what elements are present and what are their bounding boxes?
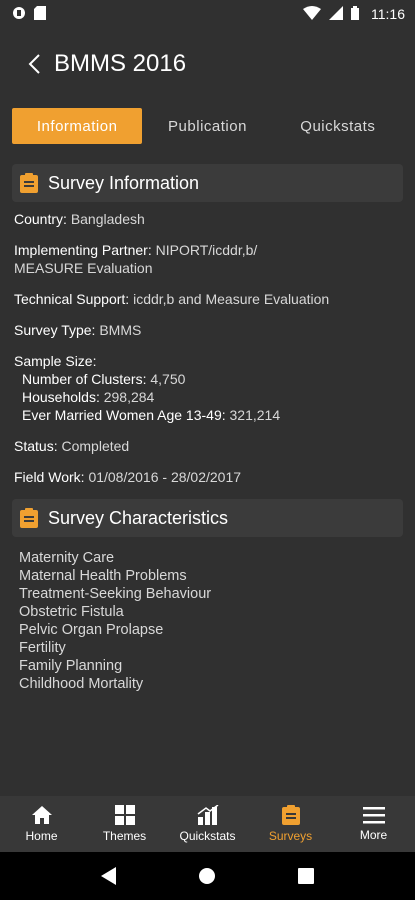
technical-support-value: icddr,b and Measure Evaluation xyxy=(133,291,330,307)
nav-themes[interactable]: Themes xyxy=(83,796,166,852)
section-title: Survey Characteristics xyxy=(48,507,229,528)
home-icon xyxy=(31,806,52,824)
back-button[interactable] xyxy=(22,52,46,76)
country-row: Country: Bangladesh xyxy=(14,210,401,228)
section-title: Survey Information xyxy=(48,172,200,193)
list-item: Maternal Health Problems xyxy=(19,568,187,584)
notification-icon xyxy=(12,6,26,23)
status-label: Status: xyxy=(14,438,58,454)
clipboard-icon xyxy=(281,805,300,825)
clock: 11:16 xyxy=(371,6,405,22)
grid-icon xyxy=(114,805,135,825)
tab-information[interactable]: Information xyxy=(12,108,143,144)
country-value: Bangladesh xyxy=(70,211,145,227)
implementing-partner-value-line2: MEASURE Evaluation xyxy=(14,260,153,276)
survey-characteristics-header: Survey Characteristics xyxy=(12,499,403,537)
nav-home[interactable]: Home xyxy=(0,796,83,852)
country-label: Country: xyxy=(14,211,67,227)
system-back-button[interactable] xyxy=(94,861,124,891)
clipboard-icon xyxy=(20,508,38,528)
women-value: 321,214 xyxy=(229,407,281,423)
survey-type-label: Survey Type: xyxy=(14,322,96,338)
technical-support-label: Technical Support: xyxy=(14,291,130,307)
wifi-icon xyxy=(303,5,321,23)
characteristics-list: Maternity Care Maternal Health Problems … xyxy=(0,537,415,693)
field-work-label: Field Work: xyxy=(14,469,85,485)
tab-bar: Information Publication Quickstats xyxy=(12,108,403,144)
households-row: Households: 298,284 xyxy=(14,388,401,406)
sd-card-icon xyxy=(34,5,46,23)
app-bar: BMMS 2016 xyxy=(0,28,415,100)
tab-quickstats[interactable]: Quickstats xyxy=(273,108,403,144)
list-item: Treatment-Seeking Behaviour xyxy=(19,586,212,602)
list-item: Obstetric Fistula xyxy=(19,604,124,620)
nav-more-label: More xyxy=(359,828,388,842)
clipboard-icon xyxy=(20,173,38,193)
list-item: Childhood Mortality xyxy=(19,676,144,692)
list-item: Family Planning xyxy=(19,658,123,674)
nav-home-label: Home xyxy=(25,829,58,843)
list-item: Maternity Care xyxy=(19,550,115,566)
women-row: Ever Married Women Age 13-49: 321,214 xyxy=(14,406,401,424)
system-navigation-bar xyxy=(0,852,415,900)
bar-chart-icon xyxy=(197,805,218,825)
system-recents-button[interactable] xyxy=(291,861,321,891)
circle-home-icon xyxy=(199,868,216,884)
status-value: Completed xyxy=(61,438,130,454)
implementing-partner-value: NIPORT/icddr,b/ xyxy=(155,242,258,258)
nav-quickstats-label: Quickstats xyxy=(179,829,236,843)
clusters-row: Number of Clusters: 4,750 xyxy=(14,370,401,388)
implementing-partner-row: Implementing Partner: NIPORT/icddr,b/ ME… xyxy=(14,241,401,277)
menu-icon xyxy=(362,807,385,824)
survey-type-value: BMMS xyxy=(99,322,142,338)
clusters-value: 4,750 xyxy=(150,371,186,387)
clusters-label: Number of Clusters: xyxy=(22,371,147,387)
status-row: Status: Completed xyxy=(14,437,401,455)
signal-icon xyxy=(329,5,343,23)
nav-quickstats[interactable]: Quickstats xyxy=(166,796,249,852)
field-work-value: 01/08/2016 - 28/02/2017 xyxy=(88,469,242,485)
square-recents-icon xyxy=(297,868,314,884)
survey-info-list: Country: Bangladesh Implementing Partner… xyxy=(0,202,415,486)
households-label: Households: xyxy=(22,389,100,405)
sample-size-label: Sample Size: xyxy=(14,353,97,369)
bottom-navigation: Home Themes Quickstats Surveys More xyxy=(0,796,415,852)
women-label: Ever Married Women Age 13-49: xyxy=(22,407,226,423)
sample-size-row: Sample Size: Number of Clusters: 4,750 H… xyxy=(14,352,401,424)
triangle-back-icon xyxy=(101,867,117,885)
nav-themes-label: Themes xyxy=(102,829,147,843)
survey-type-row: Survey Type: BMMS xyxy=(14,321,401,339)
technical-support-row: Technical Support: icddr,b and Measure E… xyxy=(14,290,401,308)
nav-surveys[interactable]: Surveys xyxy=(249,796,332,852)
tab-publication[interactable]: Publication xyxy=(142,108,272,144)
status-bar: 11:16 xyxy=(0,0,415,28)
list-item: Fertility xyxy=(19,640,66,656)
nav-more[interactable]: More xyxy=(332,796,415,852)
system-home-button[interactable] xyxy=(192,861,222,891)
battery-icon xyxy=(351,5,359,23)
implementing-partner-label: Implementing Partner: xyxy=(14,242,152,258)
page-title: BMMS 2016 xyxy=(54,50,187,77)
chevron-left-icon xyxy=(28,54,40,74)
field-work-row: Field Work: 01/08/2016 - 28/02/2017 xyxy=(14,468,401,486)
survey-information-header: Survey Information xyxy=(12,164,403,202)
households-value: 298,284 xyxy=(103,389,155,405)
nav-surveys-label: Surveys xyxy=(268,829,313,843)
list-item: Pelvic Organ Prolapse xyxy=(19,622,164,638)
